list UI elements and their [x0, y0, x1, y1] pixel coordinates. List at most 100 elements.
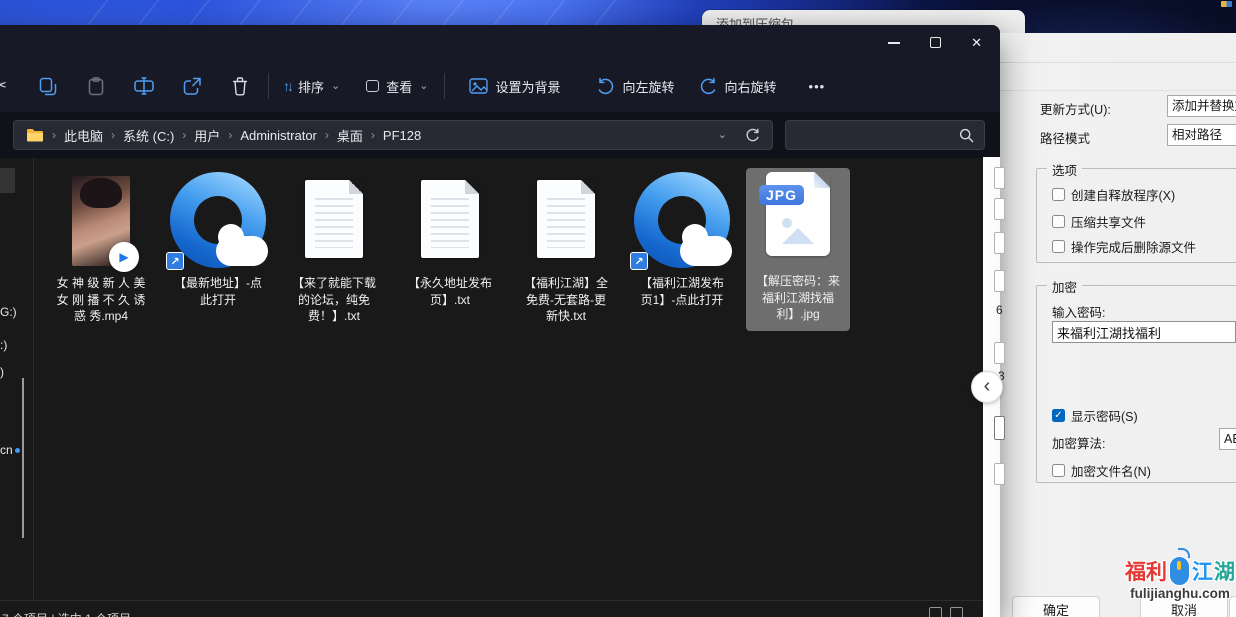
toolbar-separator	[268, 73, 269, 99]
page-fold	[581, 180, 595, 194]
minimize-button[interactable]	[888, 42, 900, 44]
mouse-icon	[1169, 556, 1190, 586]
share-icon	[183, 77, 202, 96]
jpg-file-icon: JPG	[766, 172, 830, 256]
rename-button[interactable]	[132, 74, 156, 98]
cut-button[interactable]: ✂	[0, 74, 12, 98]
file-shortcut-latest-address[interactable]: ↗ 【最新地址】-点 此打开	[166, 170, 270, 308]
dialog-control-fragment	[994, 463, 1005, 485]
refresh-icon[interactable]	[745, 128, 760, 143]
share-button[interactable]	[180, 74, 204, 98]
page-fold	[465, 180, 479, 194]
compress-shared-checkbox[interactable]: 压缩共享文件	[1052, 212, 1146, 231]
close-button[interactable]: ✕	[971, 36, 982, 49]
rotate-right-button[interactable]: 向右旋转	[699, 77, 777, 96]
paste-button[interactable]	[84, 74, 108, 98]
checkbox-unchecked[interactable]	[1052, 240, 1065, 253]
file-txt-permanent[interactable]: 【永久地址发布 页】.txt	[398, 170, 502, 308]
jpg-badge: JPG	[759, 185, 804, 205]
view-button[interactable]: 查看 ⌄	[366, 77, 428, 96]
text-lines	[547, 198, 585, 248]
algorithm-select[interactable]: AES-2	[1219, 428, 1236, 450]
file-txt-fulijianghu[interactable]: 【福利江湖】全 免费-无套路-更 新快.txt	[514, 170, 618, 325]
view-label: 查看	[386, 77, 412, 96]
checkbox-unchecked[interactable]	[1052, 215, 1065, 228]
shortcut-arrow-icon: ↗	[630, 252, 648, 270]
path-mode-select[interactable]: 相对路径	[1167, 124, 1236, 146]
checkbox-checked[interactable]: ✓	[1052, 409, 1065, 422]
file-name: 【最新地址】-点 此打开	[166, 275, 270, 308]
file-area[interactable]: G:) :) ) cn ▶ 女 神 级 新 人 美 女 刚 播 不 久 诱 惑 …	[0, 158, 1000, 600]
watermark-text-red: 福利	[1125, 556, 1167, 586]
text-file-icon	[421, 180, 479, 258]
more-options-button[interactable]: •••	[809, 79, 826, 94]
dialog-text-fragment: 6	[996, 303, 1003, 317]
dialog-control-fragment	[994, 270, 1005, 292]
file-jpg-password[interactable]: JPG 【解压密码：来 福利江湖找福 利】.jpg	[746, 168, 850, 331]
sort-icon: ↑↓	[283, 78, 291, 94]
rotate-left-button[interactable]: 向左旋转	[596, 77, 674, 96]
delete-button[interactable]	[228, 74, 252, 98]
address-row: › 此电脑 › 系统 (C:) › 用户 › Administrator › 桌…	[0, 112, 1000, 158]
delete-source-checkbox[interactable]: 操作完成后删除源文件	[1052, 237, 1196, 256]
view-icons-toggle[interactable]	[950, 607, 963, 617]
image-glyph-icon	[780, 218, 816, 244]
watermark-text-teal: 湖	[1214, 556, 1235, 586]
explorer-titlebar[interactable]: ✕	[0, 25, 1000, 60]
nav-pane-fragment	[0, 168, 15, 193]
file-shortcut-publish-page[interactable]: ↗ 【福利江湖发布 页1】-点此打开	[630, 170, 734, 308]
encrypt-names-checkbox[interactable]: 加密文件名(N)	[1052, 461, 1151, 480]
checkbox-unchecked[interactable]	[1052, 464, 1065, 477]
address-dropdown-chevron-icon[interactable]: ⌄	[718, 130, 727, 141]
breadcrumb-chevron-icon: ›	[182, 128, 186, 142]
checkbox-unchecked[interactable]	[1052, 188, 1065, 201]
file-name: 【永久地址发布 页】.txt	[398, 275, 502, 308]
breadcrumb-this-pc[interactable]: 此电脑	[64, 126, 103, 145]
thumbnail-figure	[80, 178, 122, 208]
search-icon	[959, 128, 974, 143]
update-mode-select[interactable]: 添加并替换文	[1167, 95, 1236, 117]
breadcrumb-drive-c[interactable]: 系统 (C:)	[123, 126, 174, 145]
ok-button[interactable]: 确定	[1012, 596, 1100, 617]
breadcrumb-pf128[interactable]: PF128	[383, 128, 421, 143]
file-name: 女 神 级 新 人 美 女 刚 播 不 久 诱 惑 秀.mp4	[49, 275, 153, 325]
breadcrumb-administrator[interactable]: Administrator	[240, 128, 317, 143]
file-video[interactable]: ▶ 女 神 级 新 人 美 女 刚 播 不 久 诱 惑 秀.mp4	[49, 170, 153, 325]
nav-scrollbar[interactable]	[22, 378, 24, 538]
delete-source-label: 操作完成后删除源文件	[1071, 237, 1196, 256]
explorer-window: ✕ ✂ ↑↓ 排序 ⌄	[0, 25, 1000, 617]
breadcrumb-users[interactable]: 用户	[194, 126, 220, 145]
watermark-domain: fulijianghu.com	[1124, 586, 1236, 601]
file-name: 【解压密码：来 福利江湖找福 利】.jpg	[746, 273, 850, 323]
maximize-button[interactable]	[930, 37, 941, 48]
file-name: 【来了就能下载 的论坛，纯免 费！】.txt	[282, 275, 386, 325]
copy-button[interactable]	[36, 74, 60, 98]
dialog-control-fragment	[994, 167, 1005, 189]
media-overlay-icon: ▶	[109, 242, 139, 272]
view-details-toggle[interactable]	[929, 607, 942, 617]
page-fold	[349, 180, 363, 194]
breadcrumb-chevron-icon: ›	[228, 128, 232, 142]
create-sfx-checkbox[interactable]: 创建自释放程序(X)	[1052, 185, 1175, 204]
sort-button[interactable]: ↑↓ 排序 ⌄	[283, 77, 340, 96]
address-bar[interactable]: › 此电脑 › 系统 (C:) › 用户 › Administrator › 桌…	[13, 120, 773, 150]
chevron-down-icon: ⌄	[419, 81, 428, 92]
cloud-icon	[216, 236, 268, 266]
page-fold	[814, 172, 830, 188]
show-password-checkbox[interactable]: ✓ 显示密码(S)	[1052, 406, 1138, 425]
rotate-right-label: 向右旋转	[725, 77, 777, 96]
sun-glyph	[782, 218, 792, 228]
file-txt-forum[interactable]: 【来了就能下载 的论坛，纯免 费！】.txt	[282, 170, 386, 325]
collapse-button[interactable]: ‹	[971, 371, 1003, 403]
breadcrumb-chevron-icon: ›	[52, 128, 56, 142]
password-input[interactable]	[1052, 321, 1236, 343]
breadcrumb-desktop[interactable]: 桌面	[337, 126, 363, 145]
breadcrumb-chevron-icon: ›	[371, 128, 375, 142]
text-lines	[315, 198, 353, 248]
search-box[interactable]	[785, 120, 985, 150]
paste-icon	[88, 77, 104, 96]
search-input[interactable]	[794, 124, 950, 146]
more-icon: •••	[809, 79, 826, 94]
sync-status-icon	[15, 448, 20, 453]
set-background-button[interactable]: 设置为背景	[469, 77, 560, 96]
